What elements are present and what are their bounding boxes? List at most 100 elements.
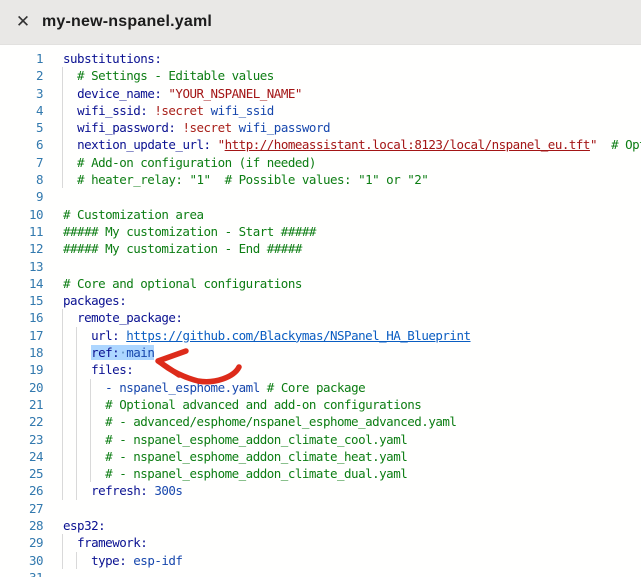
code-line[interactable]: 25 # - nspanel_esphome_addon_climate_dua… bbox=[0, 465, 641, 482]
code-line[interactable]: 8 # heater_relay: "1" # Possible values:… bbox=[0, 171, 641, 188]
code-token: packages: bbox=[63, 293, 126, 308]
code-line[interactable]: 20 - nspanel_esphome.yaml # Core package bbox=[0, 379, 641, 396]
indent-guide bbox=[90, 413, 91, 430]
code-editor[interactable]: 1substitutions:2 # Settings - Editable v… bbox=[0, 45, 641, 577]
code-line[interactable]: 7 # Add-on configuration (if needed) bbox=[0, 154, 641, 171]
code-line[interactable]: 3 device_name: "YOUR_NSPANEL_NAME" bbox=[0, 85, 641, 102]
code-line-content[interactable] bbox=[47, 258, 641, 275]
code-line[interactable]: 16 remote_package: bbox=[0, 309, 641, 326]
indent-guide bbox=[76, 448, 77, 465]
code-line-content[interactable]: refresh: 300s bbox=[47, 482, 641, 499]
indent-guide bbox=[62, 413, 63, 430]
indent-guide bbox=[62, 327, 63, 344]
code-line-content[interactable]: # Customization area bbox=[47, 206, 641, 223]
code-token: # - nspanel_esphome_addon_climate_heat.y… bbox=[63, 449, 407, 464]
code-line[interactable]: 4 wifi_ssid: !secret wifi_ssid bbox=[0, 102, 641, 119]
code-line-content[interactable]: nextion_update_url: "http://homeassistan… bbox=[47, 136, 641, 153]
indent-guide bbox=[62, 534, 63, 551]
code-line[interactable]: 27 bbox=[0, 500, 641, 517]
code-token: ##### My customization - Start ##### bbox=[63, 224, 316, 239]
code-token: 300s bbox=[154, 483, 182, 498]
code-line[interactable]: 17 url: https://github.com/Blackymas/NSP… bbox=[0, 327, 641, 344]
code-line-content[interactable]: packages: bbox=[47, 292, 641, 309]
code-line-content[interactable]: ##### My customization - End ##### bbox=[47, 240, 641, 257]
code-line-content[interactable]: ref:·main bbox=[47, 344, 641, 361]
code-line-content[interactable]: # - nspanel_esphome_addon_climate_dual.y… bbox=[47, 465, 641, 482]
code-token: esp-idf bbox=[133, 553, 182, 568]
code-token: wifi_password bbox=[239, 120, 330, 135]
code-line-content[interactable]: remote_package: bbox=[47, 309, 641, 326]
code-line[interactable]: 10# Customization area bbox=[0, 206, 641, 223]
code-line-content[interactable]: # - nspanel_esphome_addon_climate_cool.y… bbox=[47, 431, 641, 448]
link-text[interactable]: https://github.com/Blackymas/NSPanel_HA_… bbox=[126, 328, 470, 343]
code-line[interactable]: 13 bbox=[0, 258, 641, 275]
line-number: 18 bbox=[0, 344, 47, 361]
code-line-content[interactable]: # Core and optional configurations bbox=[47, 275, 641, 292]
code-line-content[interactable]: files: bbox=[47, 361, 641, 378]
code-line-content[interactable]: framework: bbox=[47, 534, 641, 551]
code-line[interactable]: 12##### My customization - End ##### bbox=[0, 240, 641, 257]
indent-guide bbox=[62, 344, 63, 361]
code-line-content[interactable]: wifi_ssid: !secret wifi_ssid bbox=[47, 102, 641, 119]
line-number: 26 bbox=[0, 482, 47, 499]
indent-guide bbox=[62, 85, 63, 102]
code-line-content[interactable]: # - advanced/esphome/nspanel_esphome_adv… bbox=[47, 413, 641, 430]
editor-tab-header: ✕ my-new-nspanel.yaml bbox=[0, 0, 641, 45]
code-line-content[interactable]: esp32: bbox=[47, 517, 641, 534]
code-line[interactable]: 15 packages: bbox=[0, 292, 641, 309]
code-token bbox=[232, 120, 239, 135]
code-line-content[interactable]: # heater_relay: "1" # Possible values: "… bbox=[47, 171, 641, 188]
indent-guide bbox=[62, 482, 63, 499]
line-number: 13 bbox=[0, 258, 47, 275]
code-token: esp32: bbox=[63, 518, 105, 533]
code-line[interactable]: 5 wifi_password: !secret wifi_password bbox=[0, 119, 641, 136]
indent-guide bbox=[90, 431, 91, 448]
indent-guide bbox=[76, 379, 77, 396]
code-line[interactable]: 9 bbox=[0, 188, 641, 205]
code-line-content[interactable]: # - nspanel_esphome_addon_climate_heat.y… bbox=[47, 448, 641, 465]
code-line-content[interactable]: # Settings - Editable values bbox=[47, 67, 641, 84]
code-line[interactable]: 24 # - nspanel_esphome_addon_climate_hea… bbox=[0, 448, 641, 465]
code-line-content[interactable]: substitutions: bbox=[47, 50, 641, 67]
code-line[interactable]: 26 refresh: 300s bbox=[0, 482, 641, 499]
file-title: my-new-nspanel.yaml bbox=[42, 13, 212, 31]
code-line-content[interactable]: # Optional advanced and add-on configura… bbox=[47, 396, 641, 413]
line-number: 12 bbox=[0, 240, 47, 257]
indent-guide bbox=[90, 396, 91, 413]
code-token: " bbox=[218, 137, 225, 152]
code-line[interactable]: 11##### My customization - Start ##### bbox=[0, 223, 641, 240]
code-line[interactable]: 1substitutions: bbox=[0, 50, 641, 67]
code-line-content[interactable]: ##### My customization - Start ##### bbox=[47, 223, 641, 240]
code-line[interactable]: 23 # - nspanel_esphome_addon_climate_coo… bbox=[0, 431, 641, 448]
code-line[interactable]: 19 files: bbox=[0, 361, 641, 378]
code-line[interactable]: 18 ref:·main bbox=[0, 344, 641, 361]
close-icon[interactable]: ✕ bbox=[14, 13, 32, 31]
code-line-content[interactable]: url: https://github.com/Blackymas/NSPane… bbox=[47, 327, 641, 344]
code-line-content[interactable]: device_name: "YOUR_NSPANEL_NAME" bbox=[47, 85, 641, 102]
code-line[interactable]: 22 # - advanced/esphome/nspanel_esphome_… bbox=[0, 413, 641, 430]
code-line[interactable]: 21 # Optional advanced and add-on config… bbox=[0, 396, 641, 413]
link-text[interactable]: http://homeassistant.local:8123/local/ns… bbox=[225, 137, 590, 152]
code-line-content[interactable]: type: esp-idf bbox=[47, 552, 641, 569]
code-line-content[interactable]: - nspanel_esphome.yaml # Core package bbox=[47, 379, 641, 396]
code-line-content[interactable] bbox=[47, 188, 641, 205]
code-line[interactable]: 30 type: esp-idf bbox=[0, 552, 641, 569]
code-line-content[interactable]: # Add-on configuration (if needed) bbox=[47, 154, 641, 171]
code-token: - nspanel_esphome.yaml bbox=[105, 380, 260, 395]
line-number: 28 bbox=[0, 517, 47, 534]
code-token bbox=[63, 86, 77, 101]
code-line[interactable]: 28 esp32: bbox=[0, 517, 641, 534]
code-line[interactable]: 2 # Settings - Editable values bbox=[0, 67, 641, 84]
code-line[interactable]: 6 nextion_update_url: "http://homeassist… bbox=[0, 136, 641, 153]
line-number: 15 bbox=[0, 292, 47, 309]
code-token: # Core and optional configurations bbox=[63, 276, 302, 291]
indent-guide bbox=[62, 396, 63, 413]
code-line-content[interactable] bbox=[47, 500, 641, 517]
code-line-content[interactable]: wifi_password: !secret wifi_password bbox=[47, 119, 641, 136]
indent-guide bbox=[62, 448, 63, 465]
indent-guide bbox=[62, 465, 63, 482]
line-number: 27 bbox=[0, 500, 47, 517]
code-token bbox=[63, 483, 91, 498]
code-line[interactable]: 14# Core and optional configurations bbox=[0, 275, 641, 292]
code-line[interactable]: 29 framework: bbox=[0, 534, 641, 551]
